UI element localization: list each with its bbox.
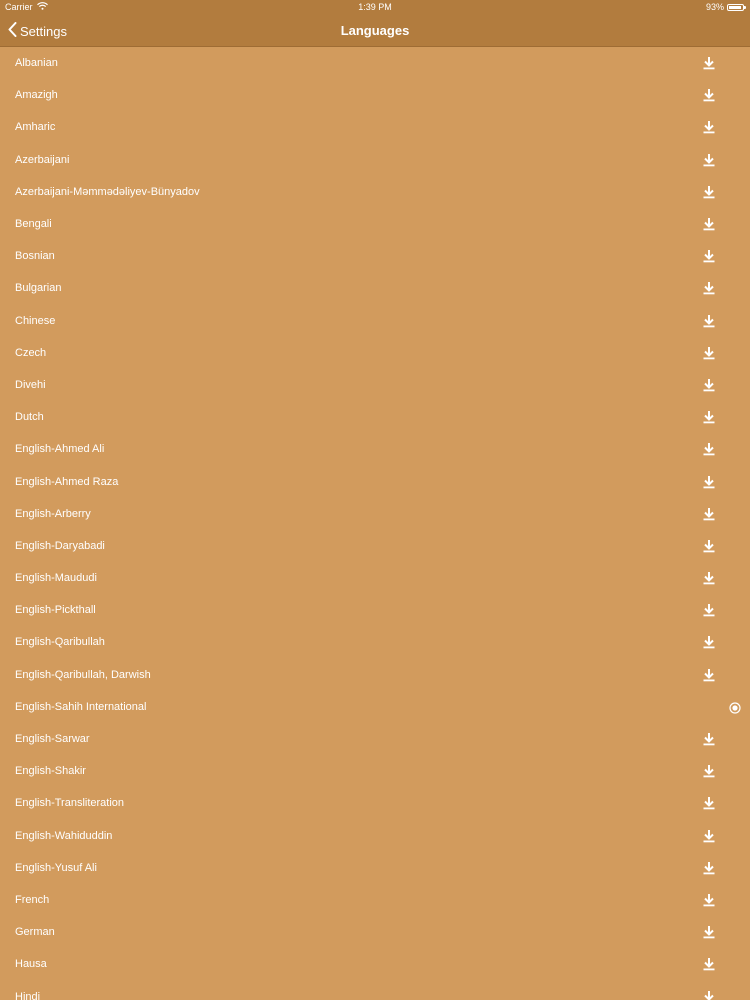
language-row[interactable]: French <box>0 884 750 916</box>
download-icon[interactable] <box>702 925 716 939</box>
language-row[interactable]: Albanian <box>0 47 750 79</box>
language-row[interactable]: English-Daryabadi <box>0 530 750 562</box>
language-label: Chinese <box>15 314 56 327</box>
download-icon[interactable] <box>702 153 716 167</box>
download-icon[interactable] <box>702 668 716 682</box>
download-icon[interactable] <box>702 539 716 553</box>
download-icon[interactable] <box>702 507 716 521</box>
language-row[interactable]: Azerbaijani <box>0 144 750 176</box>
language-label: Bengali <box>15 218 52 231</box>
download-icon[interactable] <box>702 120 716 134</box>
download-icon[interactable] <box>702 249 716 263</box>
language-label: German <box>15 926 55 939</box>
radio-selected-icon[interactable] <box>729 701 741 714</box>
download-icon[interactable] <box>702 635 716 649</box>
language-label: English-Arberry <box>15 507 91 520</box>
language-label: English-Qaribullah, Darwish <box>15 668 151 681</box>
language-row[interactable]: English-Arberry <box>0 498 750 530</box>
language-label: English-Maududi <box>15 572 97 585</box>
language-label: English-Ahmed Raza <box>15 475 119 488</box>
language-row[interactable]: Hausa <box>0 948 750 980</box>
language-row[interactable]: Bengali <box>0 208 750 240</box>
language-row[interactable]: German <box>0 916 750 948</box>
language-label: English-Wahiduddin <box>15 829 113 842</box>
language-row[interactable]: Amazigh <box>0 79 750 111</box>
language-label: English-Transliteration <box>15 797 125 810</box>
download-icon[interactable] <box>702 442 716 456</box>
language-label: English-Sahih International <box>15 700 147 713</box>
language-row[interactable]: English-Qaribullah <box>0 626 750 658</box>
language-row[interactable]: English-Maududi <box>0 562 750 594</box>
language-label: English-Pickthall <box>15 604 96 617</box>
download-icon[interactable] <box>702 410 716 424</box>
status-bar: Carrier 1:39 PM 93% <box>0 0 750 15</box>
language-label: Bulgarian <box>15 282 62 295</box>
language-row[interactable]: English-Sarwar <box>0 723 750 755</box>
language-label: Amazigh <box>15 89 58 102</box>
page-title: Languages <box>340 23 410 38</box>
battery-percent: 93% <box>705 2 724 12</box>
download-icon[interactable] <box>702 378 716 392</box>
language-label: Czech <box>15 346 47 359</box>
download-icon[interactable] <box>702 217 716 231</box>
language-label: English-Sarwar <box>15 733 90 746</box>
download-icon[interactable] <box>702 88 716 102</box>
status-time: 1:39 PM <box>358 2 392 12</box>
download-icon[interactable] <box>702 732 716 746</box>
language-label: Hindi <box>15 990 41 1000</box>
language-row[interactable]: Azerbaijani-Məmmədəliyev-Bünyadov <box>0 176 750 208</box>
language-row[interactable]: English-Ahmed Ali <box>0 433 750 465</box>
download-icon[interactable] <box>702 571 716 585</box>
language-label: Azerbaijani-Məmmədəliyev-Bünyadov <box>15 185 200 198</box>
status-right: 93% <box>705 2 746 12</box>
download-icon[interactable] <box>702 603 716 617</box>
language-label: Azerbaijani <box>15 153 70 166</box>
language-row[interactable]: Hindi <box>0 980 750 1000</box>
download-icon[interactable] <box>702 796 716 810</box>
language-row[interactable]: English-Qaribullah, Darwish <box>0 659 750 691</box>
download-icon[interactable] <box>702 56 716 70</box>
download-icon[interactable] <box>702 861 716 875</box>
language-row[interactable]: English-Wahiduddin <box>0 820 750 852</box>
language-label: Dutch <box>15 411 44 424</box>
language-row[interactable]: English-Pickthall <box>0 594 750 626</box>
language-label: English-Shakir <box>15 765 86 778</box>
download-icon[interactable] <box>702 764 716 778</box>
language-row[interactable]: English-Yusuf Ali <box>0 852 750 884</box>
download-icon[interactable] <box>702 281 716 295</box>
download-icon[interactable] <box>702 314 716 328</box>
language-label: Hausa <box>15 958 47 971</box>
language-row[interactable]: Divehi <box>0 369 750 401</box>
language-list: Albanian Amazigh Amharic Azerbaijani Azerbai… <box>0 47 750 1000</box>
language-row[interactable]: Bulgarian <box>0 272 750 304</box>
download-icon[interactable] <box>702 185 716 199</box>
language-label: Divehi <box>15 378 46 391</box>
language-row[interactable]: Dutch <box>0 401 750 433</box>
language-row[interactable]: Bosnian <box>0 240 750 272</box>
download-icon[interactable] <box>702 893 716 907</box>
language-row[interactable]: English-Shakir <box>0 755 750 787</box>
download-icon[interactable] <box>702 990 716 1000</box>
language-row[interactable]: English-Transliteration <box>0 787 750 819</box>
language-row[interactable]: Amharic <box>0 111 750 143</box>
language-label: Amharic <box>15 121 56 134</box>
language-label: Bosnian <box>15 250 55 263</box>
language-label: English-Qaribullah <box>15 636 105 649</box>
download-icon[interactable] <box>702 957 716 971</box>
language-label: Albanian <box>15 57 58 70</box>
language-label: French <box>15 893 50 906</box>
download-icon[interactable] <box>702 829 716 843</box>
navigation-bar: Settings Languages <box>0 15 750 47</box>
language-row[interactable]: Czech <box>0 337 750 369</box>
language-row[interactable]: English-Sahih International <box>0 691 750 723</box>
battery-icon <box>727 3 746 11</box>
language-label: English-Ahmed Ali <box>15 443 105 456</box>
download-icon[interactable] <box>702 475 716 489</box>
language-row[interactable]: Chinese <box>0 305 750 337</box>
language-label: English-Yusuf Ali <box>15 861 97 874</box>
language-label: English-Daryabadi <box>15 539 105 552</box>
download-icon[interactable] <box>702 346 716 360</box>
language-row[interactable]: English-Ahmed Raza <box>0 465 750 497</box>
